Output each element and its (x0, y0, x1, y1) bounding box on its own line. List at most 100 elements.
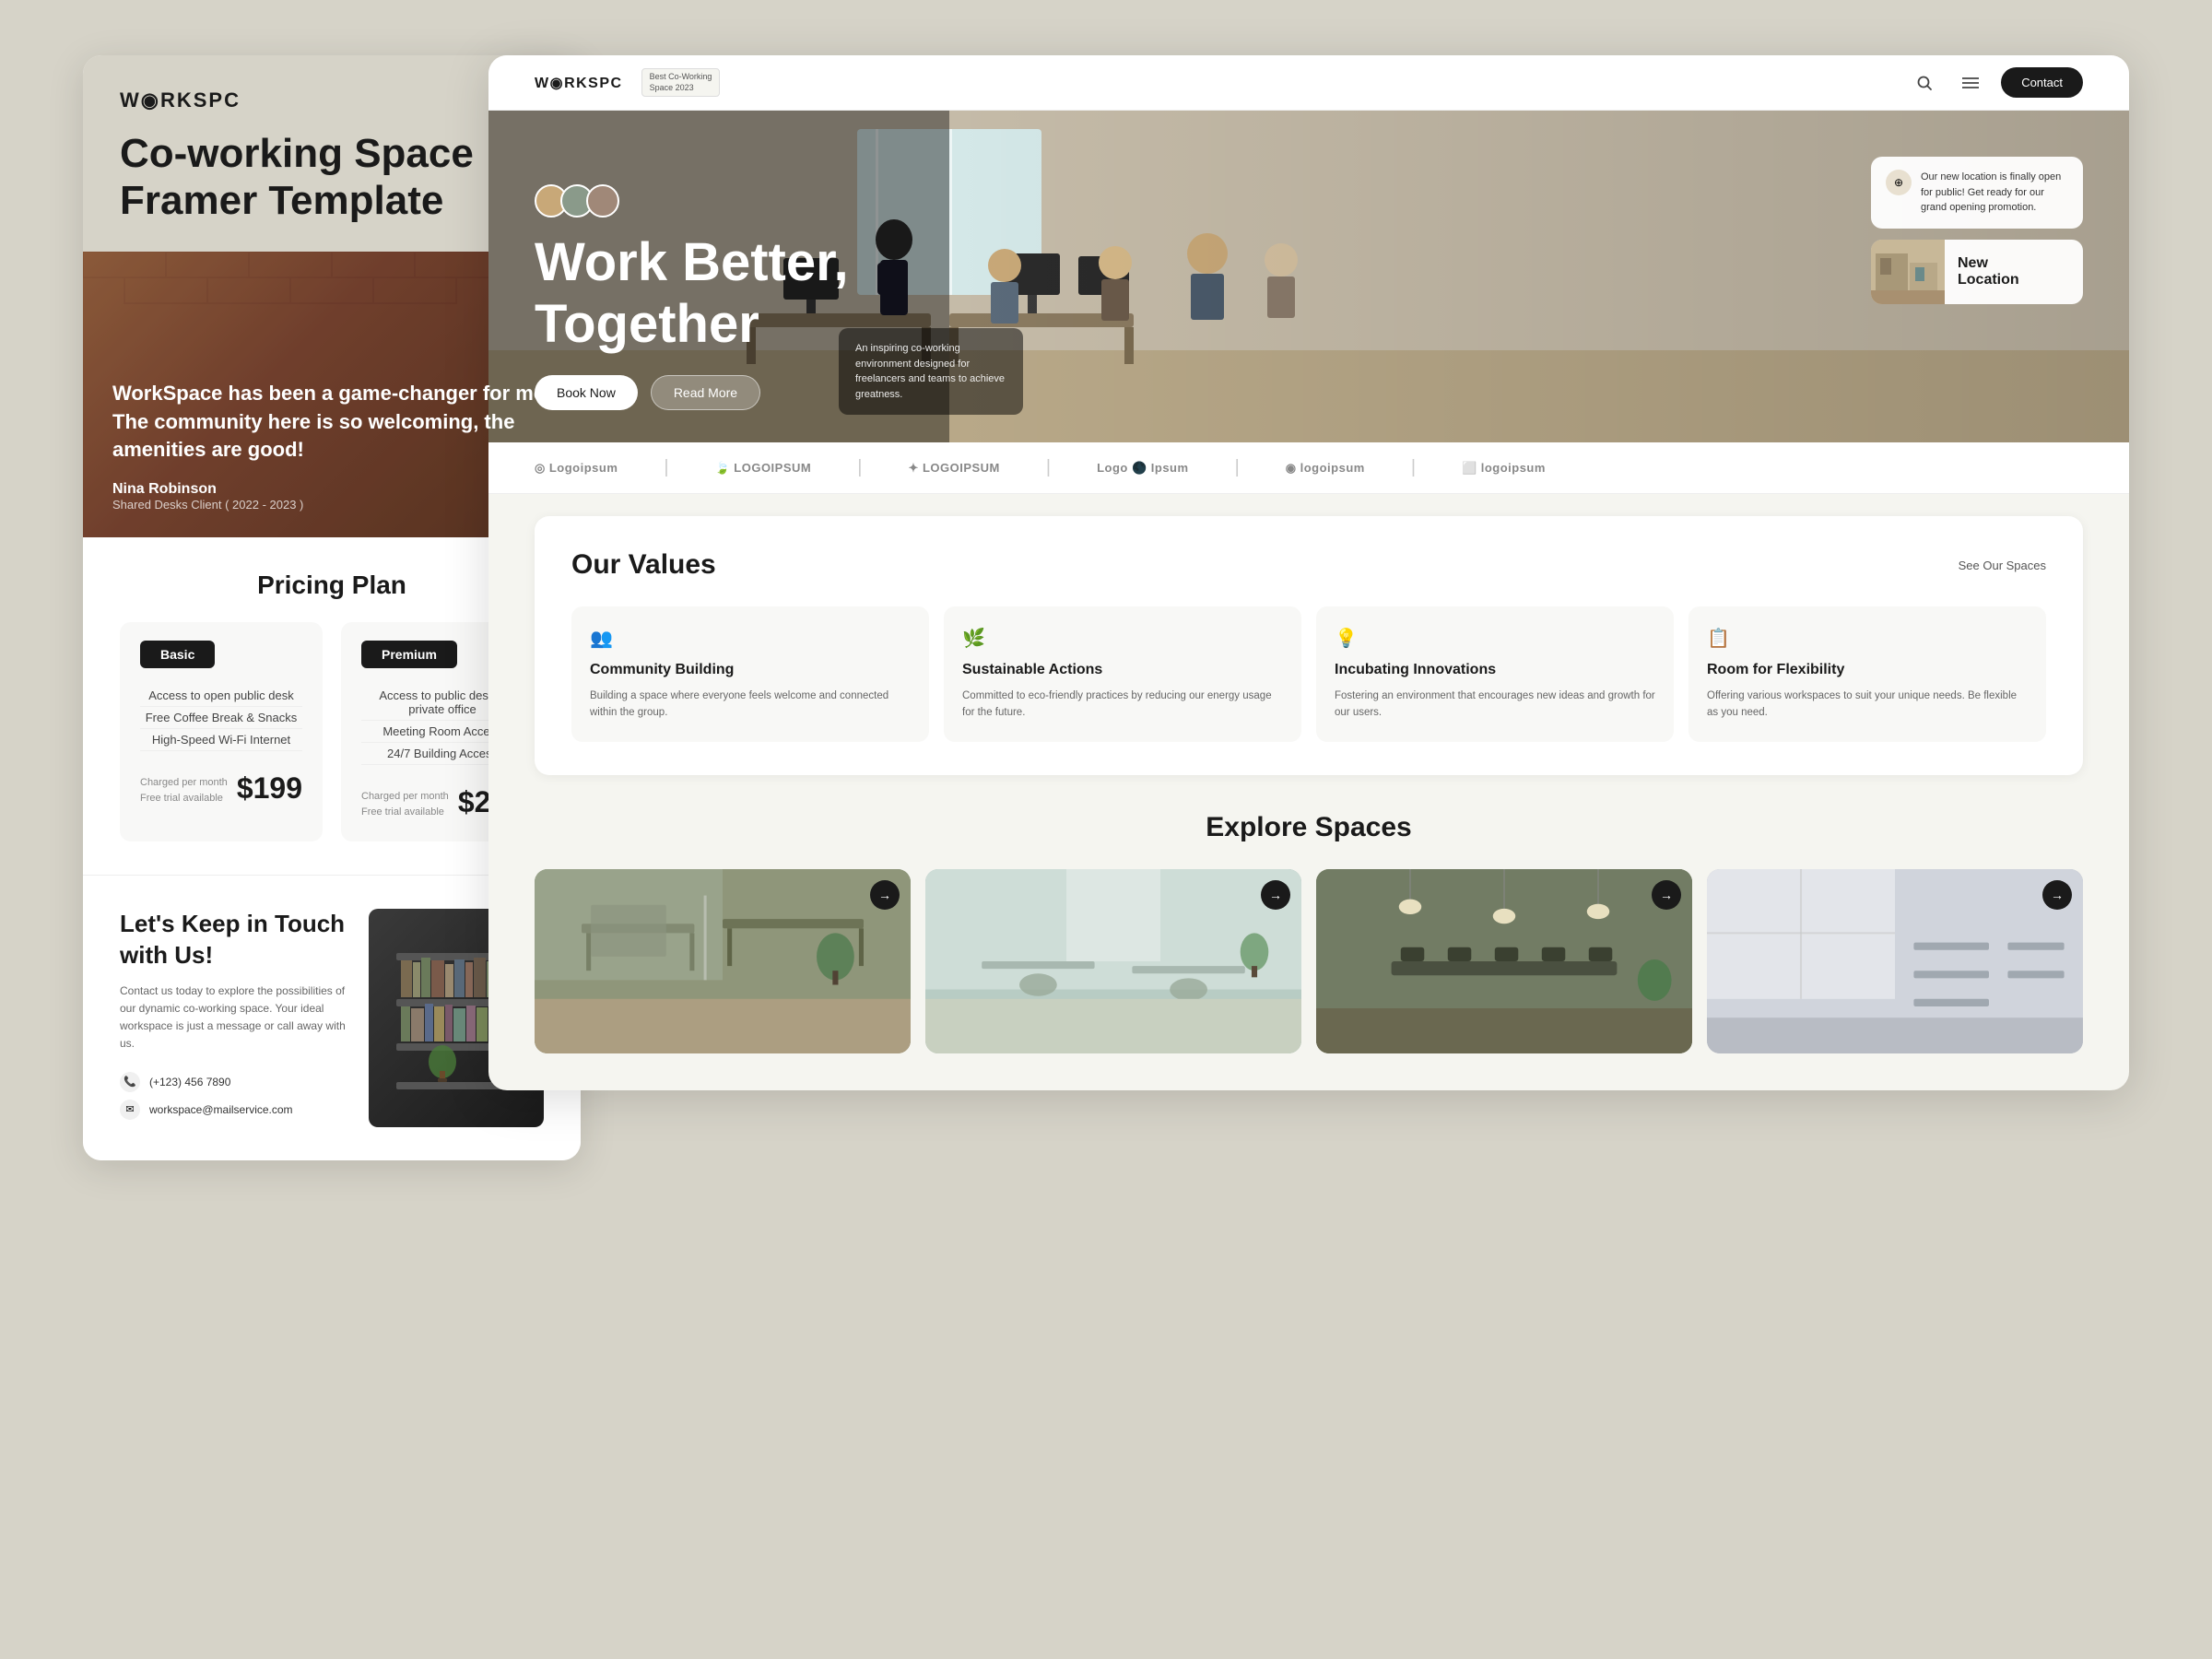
navbar: W◉RKSPC Best Co-Working Space 2023 (488, 55, 2129, 111)
phone-icon: 📞 (120, 1072, 140, 1092)
avatar-3 (586, 184, 619, 218)
partner-logo-icon: ◉ (1286, 461, 1297, 476)
value-card-2: 🌿 Sustainable Actions Committed to eco-f… (944, 606, 1301, 742)
navbar-right: Contact (1909, 67, 2083, 99)
location-label: New Location (1945, 246, 2032, 298)
announcement-icon: ⊕ (1886, 170, 1912, 195)
contact-phone: (+123) 456 7890 (149, 1076, 230, 1088)
plan-basic-price-row: Charged per month Free trial available $… (140, 771, 302, 806)
space-arrow-3[interactable]: → (1652, 880, 1681, 910)
explore-title: Explore Spaces (535, 812, 2083, 843)
plan-basic: Basic Access to open public desk Free Co… (120, 622, 323, 841)
plan-price-label: Charged per month Free trial available (140, 775, 228, 806)
partner-6: ⬜ logoipsum (1462, 461, 1546, 476)
value-desc-2: Committed to eco-friendly practices by r… (962, 688, 1283, 722)
value-title-2: Sustainable Actions (962, 661, 1283, 680)
hero-right-cards: ⊕ Our new location is finally open for p… (1871, 157, 2083, 304)
value-title-1: Community Building (590, 661, 911, 680)
brand-logo: W◉RKSPC (120, 88, 544, 112)
separator: | (664, 457, 668, 478)
plan-price-label: Charged per month Free trial available (361, 789, 449, 819)
flexibility-icon: 📋 (1707, 627, 2028, 650)
value-desc-3: Fostering an environment that encourages… (1335, 688, 1655, 722)
hero-description: An inspiring co-working environment desi… (839, 328, 1023, 415)
read-more-button[interactable]: Read More (651, 375, 760, 410)
value-card-1: 👥 Community Building Building a space wh… (571, 606, 929, 742)
announcement-text: Our new location is finally open for pub… (1921, 170, 2068, 216)
partners-bar: ◎ Logoipsum | 🍃 LOGOIPSUM | ✦ LOGOIPSUM … (488, 442, 2129, 494)
space-arrow-1[interactable]: → (870, 880, 900, 910)
menu-icon[interactable] (1955, 67, 1986, 99)
partner-5: ◉ logoipsum (1286, 461, 1365, 476)
feature-item: Free Coffee Break & Snacks (140, 707, 302, 729)
plan-premium-badge[interactable]: Premium (361, 641, 457, 668)
partner-4: Logo 🌑 Ipsum (1097, 461, 1188, 476)
value-card-3: 💡 Incubating Innovations Fostering an en… (1316, 606, 1674, 742)
plan-basic-price: $199 (237, 771, 302, 806)
space-card-1[interactable]: → (535, 869, 911, 1053)
partner-2: 🍃 LOGOIPSUM (715, 461, 812, 476)
testimonial-quote: WorkSpace has been a game-changer for me… (112, 380, 551, 465)
separator: | (857, 457, 862, 478)
partner-3: ✦ LOGOIPSUM (908, 461, 999, 476)
explore-section: Explore Spaces (488, 797, 2129, 1090)
partner-logo-icon: 🍃 (715, 461, 731, 476)
separator: | (1411, 457, 1416, 478)
plan-basic-features: Access to open public desk Free Coffee B… (140, 685, 302, 751)
feature-item: High-Speed Wi-Fi Internet (140, 729, 302, 751)
navbar-badge: Best Co-Working Space 2023 (641, 68, 721, 97)
spaces-grid: → (535, 869, 2083, 1053)
testimonial-author: Nina Robinson (112, 481, 551, 498)
contact-phone-item: 📞 (+123) 456 7890 (120, 1072, 347, 1092)
location-card: New Location (1871, 240, 2083, 304)
search-icon[interactable] (1909, 67, 1940, 99)
contact-description: Contact us today to explore the possibil… (120, 982, 347, 1053)
testimonial-role: Shared Desks Client ( 2022 - 2023 ) (112, 498, 551, 512)
sustainable-icon: 🌿 (962, 627, 1283, 650)
space-card-3[interactable]: → (1316, 869, 1692, 1053)
hero-buttons: Book Now Read More (535, 375, 2083, 410)
main-headline: Co-working Space Framer Template (120, 131, 544, 224)
values-title: Our Values (571, 549, 716, 581)
space-arrow-2[interactable]: → (1261, 880, 1290, 910)
contact-email: workspace@mailservice.com (149, 1103, 293, 1116)
website-mockup: W◉RKSPC Best Co-Working Space 2023 (488, 55, 2129, 1090)
hero-title: Work Better, Together (535, 232, 2083, 355)
contact-title: Let's Keep in Touch with Us! (120, 909, 347, 971)
see-spaces-link[interactable]: See Our Spaces (1959, 559, 2046, 572)
space-arrow-4[interactable]: → (2042, 880, 2072, 910)
value-desc-1: Building a space where everyone feels we… (590, 688, 911, 722)
separator: | (1046, 457, 1051, 478)
space-card-2[interactable]: → (925, 869, 1301, 1053)
announcement-card: ⊕ Our new location is finally open for p… (1871, 157, 2083, 229)
contact-left: Let's Keep in Touch with Us! Contact us … (120, 909, 347, 1126)
value-title-3: Incubating Innovations (1335, 661, 1655, 680)
navbar-logo: W◉RKSPC (535, 74, 623, 92)
email-icon: ✉ (120, 1100, 140, 1120)
hero-section: Work Better, Together Book Now Read More… (488, 111, 2129, 442)
value-title-4: Room for Flexibility (1707, 661, 2028, 680)
navbar-left: W◉RKSPC Best Co-Working Space 2023 (535, 68, 720, 97)
hero-desc-text: An inspiring co-working environment desi… (855, 341, 1006, 402)
community-icon: 👥 (590, 627, 911, 650)
location-thumbnail (1871, 240, 1945, 304)
contact-button[interactable]: Contact (2001, 67, 2083, 98)
values-grid: 👥 Community Building Building a space wh… (571, 606, 2046, 742)
logo-text: W◉RKSPC (120, 88, 241, 112)
values-section: Our Values See Our Spaces 👥 Community Bu… (535, 516, 2083, 775)
book-now-button[interactable]: Book Now (535, 375, 638, 410)
hero-avatars (535, 184, 2083, 218)
testimonial-content: WorkSpace has been a game-changer for me… (112, 380, 551, 512)
pricing-plans: Basic Access to open public desk Free Co… (120, 622, 544, 841)
separator: | (1235, 457, 1240, 478)
feature-item: Access to open public desk (140, 685, 302, 707)
contact-email-item: ✉ workspace@mailservice.com (120, 1100, 347, 1120)
plan-basic-badge[interactable]: Basic (140, 641, 215, 668)
pricing-title: Pricing Plan (120, 571, 544, 600)
values-header: Our Values See Our Spaces (571, 549, 2046, 581)
partner-logo-icon: ⬜ (1462, 461, 1477, 476)
innovation-icon: 💡 (1335, 627, 1655, 650)
space-card-4[interactable]: → (1707, 869, 2083, 1053)
value-desc-4: Offering various workspaces to suit your… (1707, 688, 2028, 722)
value-card-4: 📋 Room for Flexibility Offering various … (1688, 606, 2046, 742)
